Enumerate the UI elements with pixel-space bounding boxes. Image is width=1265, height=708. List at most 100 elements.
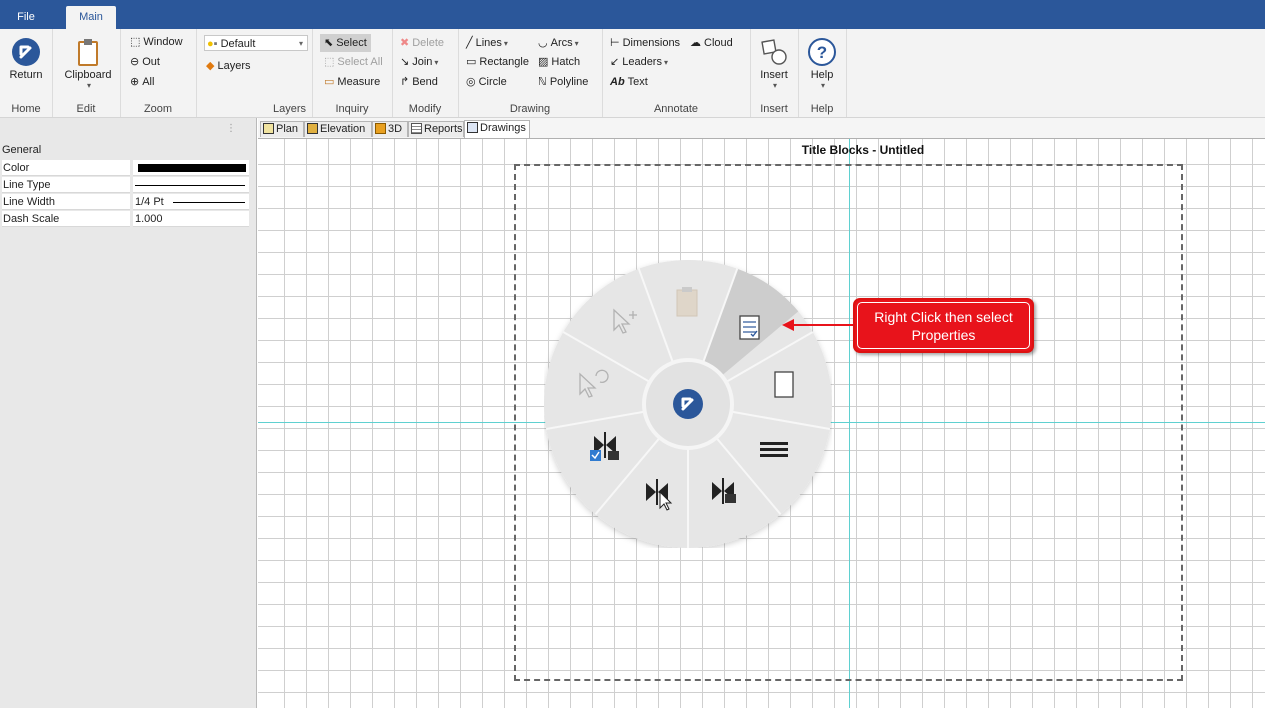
select-label: Select [336, 37, 367, 49]
dimensions-button[interactable]: ⊢ Dimensions [610, 34, 680, 52]
property-name: Line Type [2, 177, 130, 193]
delete-button[interactable]: ✖ Delete [400, 34, 444, 52]
clipboard-button[interactable]: Clipboard ▾ [60, 33, 116, 90]
chevron-down-icon: ▾ [434, 58, 439, 67]
zoom-out-button[interactable]: ⊖ Out [130, 53, 160, 71]
properties-icon[interactable] [739, 315, 760, 340]
text-button[interactable]: Ab Text [610, 73, 648, 91]
property-value-line-type[interactable] [133, 177, 249, 193]
delete-x-icon: ✖ [400, 37, 410, 50]
zoom-out-icon: ⊖ [130, 56, 140, 69]
property-value-line-width[interactable]: 1/4 Pt [133, 194, 249, 210]
group-inquiry: ⬉ Select ⬚ Select All ▭ Measure Inquiry [312, 29, 393, 117]
tab-reports[interactable]: Reports [408, 121, 464, 137]
group-drawing: ╱ Lines ▾ ◡ Arcs ▾ ▭ Rectangle ▨ Hatch ◎ Circle… [458, 29, 603, 117]
circle-button[interactable]: ◎ Circle [466, 73, 507, 91]
paste-icon[interactable] [676, 287, 698, 317]
help-button[interactable]: ? Help ▾ [802, 33, 842, 90]
chevron-down-icon: ▾ [820, 81, 825, 90]
zoom-all-icon: ⊕ [130, 76, 140, 89]
join-label: Join [412, 56, 433, 68]
chevron-down-icon: ▾ [503, 39, 508, 48]
property-row-dash-scale[interactable]: Dash Scale 1.000 [0, 211, 250, 227]
property-row-line-type[interactable]: Line Type [0, 177, 250, 193]
callout-arrow [782, 319, 854, 331]
property-row-color[interactable]: Color [0, 160, 250, 176]
select-button[interactable]: ⬉ Select [320, 34, 371, 52]
text-icon: Ab [610, 76, 625, 89]
select-arrow-icon: ⬉ [324, 37, 334, 50]
return-button[interactable]: Return [4, 33, 48, 81]
property-value-color[interactable] [133, 160, 249, 176]
insert-button[interactable]: Insert ▾ [754, 33, 794, 90]
leaders-button[interactable]: ↙ Leaders ▾ [610, 53, 668, 71]
group-annotate: ⊢ Dimensions ☁ Cloud ↙ Leaders ▾ Ab Text Anno… [602, 29, 751, 117]
measure-label: Measure [337, 76, 381, 88]
tab-file[interactable]: File [6, 6, 46, 29]
cloud-button[interactable]: ☁ Cloud [690, 34, 733, 52]
radial-center-return-button[interactable] [673, 389, 703, 419]
group-home: Return Home [0, 29, 53, 117]
cloud-label: Cloud [704, 37, 733, 49]
bend-button[interactable]: ↱ Bend [400, 73, 438, 91]
measure-button[interactable]: ▭ Measure [324, 73, 380, 91]
select-all-label: Select All [337, 56, 383, 68]
grip-icon[interactable]: ⋮ [226, 123, 236, 134]
property-name: Color [2, 160, 130, 176]
line-sample [173, 202, 245, 203]
clipboard-icon [78, 39, 98, 66]
cube-icon [375, 123, 386, 134]
help-icon: ? [808, 38, 836, 66]
tab-elevation[interactable]: Elevation [304, 121, 372, 137]
group-label-inquiry: Inquiry [335, 103, 369, 115]
circle-label: Circle [478, 76, 507, 88]
chevron-down-icon: ▾ [663, 58, 668, 67]
zoom-out-label: Out [142, 56, 160, 68]
select-all-button[interactable]: ⬚ Select All [324, 53, 383, 71]
blank-page-icon[interactable] [774, 371, 794, 398]
zoom-all-button[interactable]: ⊕ All [130, 73, 154, 91]
chevron-down-icon: ▾ [574, 39, 579, 48]
tab-plan-label: Plan [276, 123, 299, 135]
property-name: Dash Scale [2, 211, 130, 227]
lines-button[interactable]: ╱ Lines ▾ [466, 34, 508, 52]
clipboard-label: Clipboard [64, 69, 112, 81]
property-value-dash-scale[interactable]: 1.000 [133, 211, 249, 227]
layers-button[interactable]: ◆ Layers [206, 57, 251, 75]
hatch-label: Hatch [551, 56, 581, 68]
instruction-callout: Right Click then select Properties [853, 298, 1034, 353]
return-label: Return [9, 69, 43, 81]
rectangle-button[interactable]: ▭ Rectangle [466, 53, 529, 71]
chevron-down-icon: ▾ [298, 39, 303, 48]
tab-reports-label: Reports [424, 123, 463, 135]
hatch-button[interactable]: ▨ Hatch [538, 53, 580, 71]
tab-drawings[interactable]: Drawings [464, 120, 530, 138]
rectangle-icon: ▭ [466, 56, 477, 69]
tab-main[interactable]: Main [66, 6, 116, 29]
measure-icon: ▭ [324, 76, 335, 89]
group-label-zoom: Zoom [143, 103, 173, 115]
properties-panel: ⋮ General Color Line Type Line Width 1/4… [0, 118, 257, 708]
join-icon: ↘ [400, 56, 410, 69]
tab-plan[interactable]: Plan [260, 121, 304, 137]
properties-panel-header: ⋮ [0, 118, 256, 142]
delete-label: Delete [412, 37, 445, 49]
color-swatch [138, 164, 246, 172]
line-style-icon[interactable] [760, 442, 788, 457]
group-edit: Clipboard ▾ Edit [52, 29, 121, 117]
layer-select[interactable]: ●▪ Default ▾ [204, 35, 308, 51]
insert-shapes-icon [761, 39, 787, 65]
section-label: General [2, 144, 42, 156]
join-button[interactable]: ↘ Join ▾ [400, 53, 438, 71]
radial-context-menu [544, 260, 832, 548]
group-insert: Insert ▾ Insert [750, 29, 799, 117]
property-row-line-width[interactable]: Line Width 1/4 Pt [0, 194, 250, 210]
rectangle-label: Rectangle [479, 56, 529, 68]
zoom-window-button[interactable]: ⬚ Window [130, 33, 183, 51]
reports-icon [411, 123, 422, 134]
chevron-down-icon: ▾ [86, 81, 91, 90]
polyline-button[interactable]: ℕ Polyline [538, 73, 588, 91]
arcs-button[interactable]: ◡ Arcs ▾ [538, 34, 579, 52]
tab-3d[interactable]: 3D [372, 121, 408, 137]
zoom-all-label: All [142, 76, 155, 88]
